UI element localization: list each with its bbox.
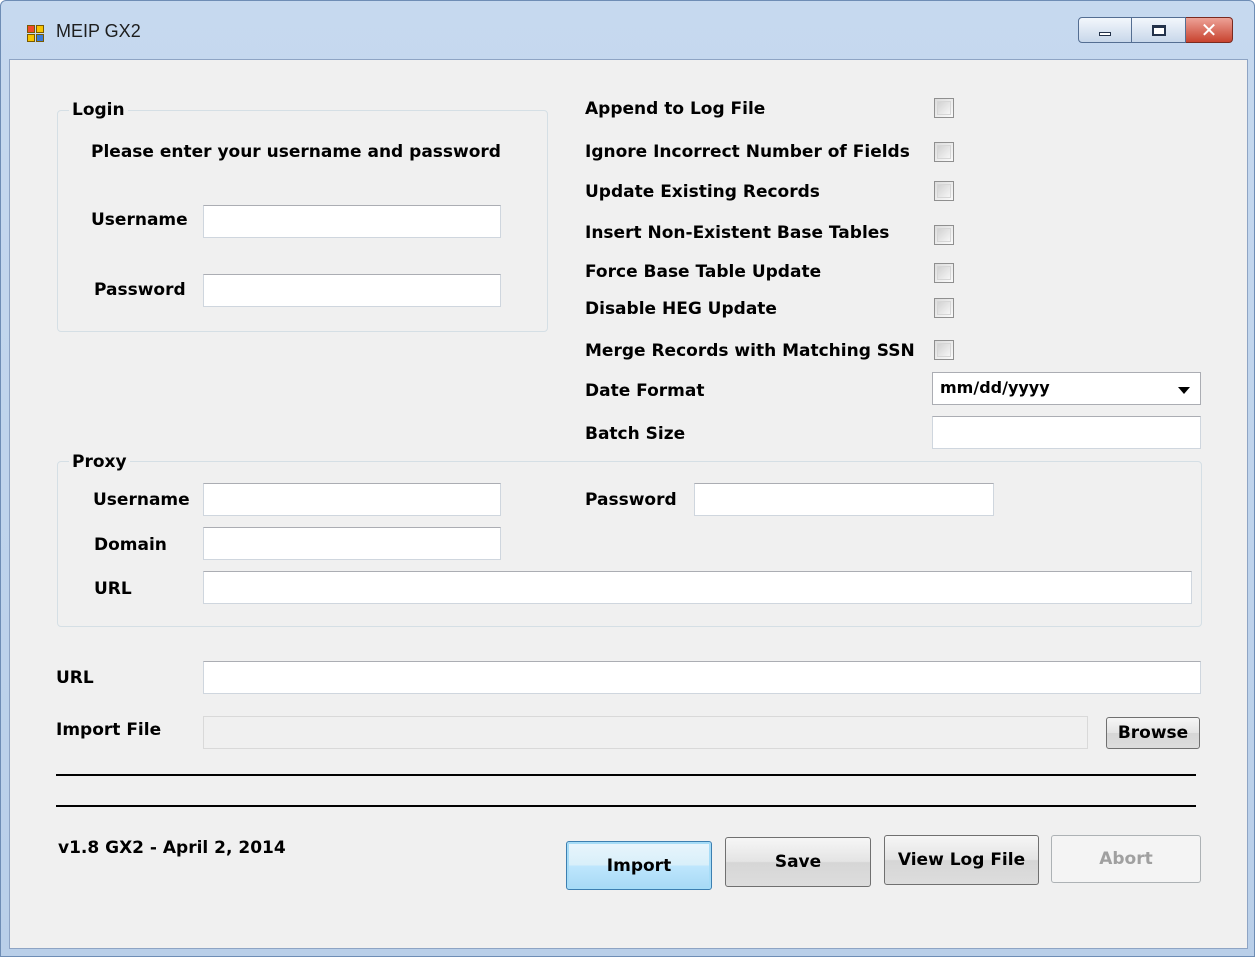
login-username-input[interactable] [203,205,501,238]
proxy-password-input[interactable] [694,483,994,516]
append-log-checkbox[interactable] [934,98,954,118]
maximize-button[interactable] [1132,17,1186,43]
abort-button: Abort [1051,835,1201,883]
close-icon: ✕ [1200,18,1218,42]
date-format-value: mm/dd/yyyy [940,378,1050,397]
import-file-label: Import File [56,720,162,740]
login-instructions: Please enter your username and password [91,142,501,162]
update-existing-label: Update Existing Records [585,182,820,202]
title-bar[interactable]: MEIP GX2 ✕ [1,1,1254,59]
proxy-url-input[interactable] [203,571,1192,604]
import-button[interactable]: Import [566,841,712,890]
minimize-button[interactable] [1078,17,1132,43]
disable-heg-checkbox[interactable] [934,298,954,318]
append-log-label: Append to Log File [585,99,766,119]
window-title: MEIP GX2 [56,21,141,41]
save-button[interactable]: Save [725,837,871,887]
proxy-password-label: Password [585,490,677,510]
force-base-update-label: Force Base Table Update [585,262,822,282]
merge-ssn-checkbox[interactable] [934,340,954,360]
view-log-button[interactable]: View Log File [884,835,1039,885]
merge-ssn-label: Merge Records with Matching SSN [585,341,915,361]
ignore-fields-checkbox[interactable] [934,142,954,162]
login-password-label: Password [94,280,186,300]
proxy-username-input[interactable] [203,483,501,516]
main-window: MEIP GX2 ✕ Login Please enter your usern… [0,0,1255,957]
close-button[interactable]: ✕ [1186,17,1233,43]
app-icon [27,25,45,43]
chevron-down-icon[interactable] [1178,387,1190,394]
date-format-combo[interactable]: mm/dd/yyyy [932,372,1201,405]
proxy-domain-input[interactable] [203,527,501,560]
insert-base-tables-checkbox[interactable] [934,225,954,245]
url-label: URL [56,668,94,688]
date-format-label: Date Format [585,381,705,401]
separator-bottom [56,805,1196,807]
batch-size-label: Batch Size [585,424,686,444]
login-username-label: Username [91,210,188,230]
client-area: Login Please enter your username and pas… [9,59,1248,949]
separator-top [56,774,1196,776]
import-file-input [203,716,1088,749]
proxy-url-label: URL [94,579,132,599]
disable-heg-label: Disable HEG Update [585,299,777,319]
force-base-update-checkbox[interactable] [934,263,954,283]
update-existing-checkbox[interactable] [934,181,954,201]
login-group-title: Login [69,100,128,120]
batch-size-input[interactable] [932,416,1201,449]
url-input[interactable] [203,661,1201,694]
version-label: v1.8 GX2 - April 2, 2014 [58,838,286,858]
minimize-icon [1099,32,1111,36]
login-password-input[interactable] [203,274,501,307]
insert-base-tables-label: Insert Non-Existent Base Tables [585,223,890,243]
proxy-username-label: Username [93,490,190,510]
ignore-fields-label: Ignore Incorrect Number of Fields [585,142,910,162]
proxy-group-title: Proxy [69,452,130,472]
maximize-icon [1151,24,1166,36]
proxy-domain-label: Domain [94,535,167,555]
browse-button[interactable]: Browse [1106,717,1200,749]
